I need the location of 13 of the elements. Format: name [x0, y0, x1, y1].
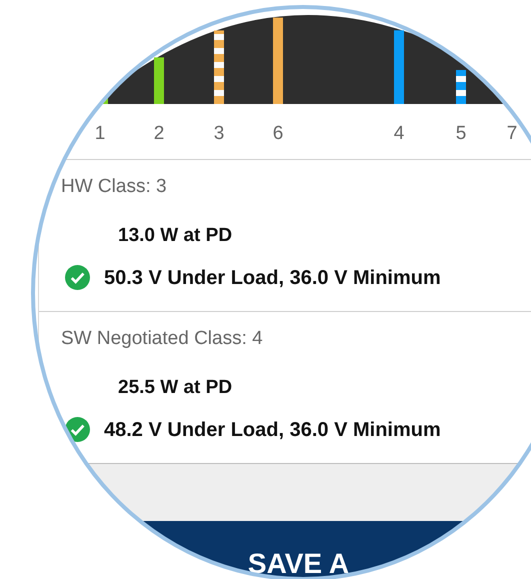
channel-label: 6: [272, 123, 284, 144]
channel-label: 3: [214, 123, 224, 144]
channel-label: 2: [154, 123, 164, 144]
power-text: 25.5 W at PD: [118, 376, 234, 400]
channel-label: 5: [456, 123, 466, 144]
class-heading: SW Negotiated Class: 4: [61, 327, 264, 351]
channel-label: 7: [506, 123, 518, 144]
power-text: 13.0 W at PD: [118, 224, 234, 248]
class-heading: HW Class: 3: [61, 175, 168, 199]
channel-label: 1: [94, 123, 106, 144]
voltage-text: 50.3 V Under Load, 36.0 V Minimum: [104, 266, 441, 290]
channel-label: 4: [394, 123, 404, 144]
voltage-text: 48.2 V Under Load, 36.0 V Minimum: [104, 418, 441, 442]
